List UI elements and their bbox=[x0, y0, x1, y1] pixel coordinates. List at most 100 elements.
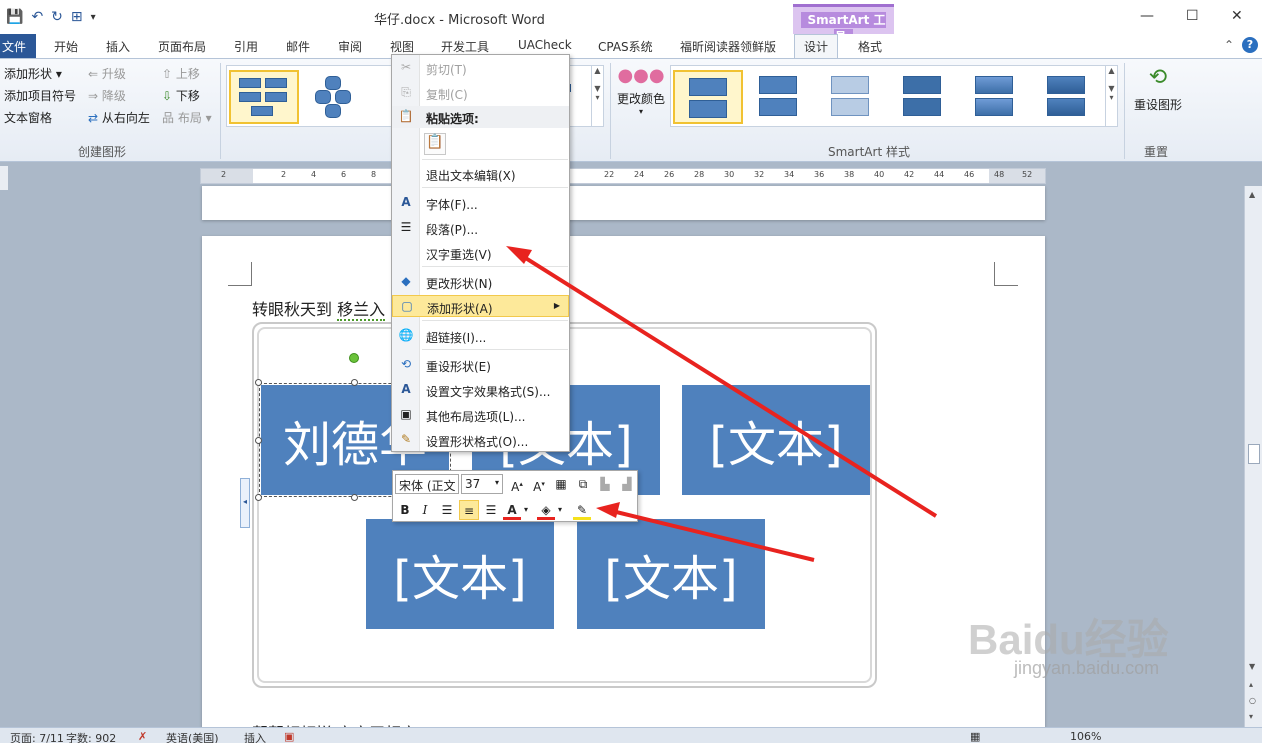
smartart-shape-3[interactable]: [文本] bbox=[682, 385, 870, 495]
menu-item-reset-shape[interactable]: ⟲ 重设形状(E) bbox=[392, 354, 569, 376]
tab-references[interactable]: 引用 bbox=[234, 38, 258, 55]
layout-button[interactable]: 品 布局 ▾ bbox=[162, 109, 212, 126]
fill-icon[interactable]: ▦ bbox=[551, 474, 571, 494]
smartart-shape-4[interactable]: [文本] bbox=[366, 519, 554, 629]
italic-button[interactable]: I bbox=[415, 500, 435, 520]
smartart-icon[interactable]: ⊞ bbox=[71, 9, 83, 25]
customize-qat-icon[interactable]: ▾ bbox=[91, 12, 96, 23]
add-bullet-button[interactable]: 添加项目符号 bbox=[4, 87, 76, 104]
tab-developer[interactable]: 开发工具 bbox=[441, 38, 489, 55]
collapse-ribbon-icon[interactable]: ⌃ bbox=[1224, 38, 1234, 52]
layout-thumb-hexagon[interactable] bbox=[307, 70, 377, 124]
font-color-dropdown-icon[interactable]: ▾ bbox=[521, 500, 531, 520]
body-paragraph[interactable]: 转眼秋天到 移兰入 bbox=[252, 296, 386, 321]
resize-handle[interactable] bbox=[255, 494, 262, 501]
status-page[interactable]: 页面: 7/11 bbox=[10, 730, 64, 743]
print-layout-icon[interactable]: ▦ bbox=[970, 730, 980, 743]
change-colors-button[interactable]: ●●● 更改颜色 ▾ bbox=[616, 65, 666, 116]
resize-handle[interactable] bbox=[255, 437, 262, 444]
undo-icon[interactable]: ↶ bbox=[31, 9, 43, 25]
font-color-button[interactable]: A bbox=[503, 500, 521, 520]
vertical-scrollbar[interactable]: ▲ ▼ ▴ ○ ▾ bbox=[1244, 186, 1262, 727]
style-thumb-bevel[interactable] bbox=[1033, 70, 1103, 124]
smartart-shape-5[interactable]: [文本] bbox=[577, 519, 765, 629]
tab-review[interactable]: 审阅 bbox=[338, 38, 362, 55]
tab-mailings[interactable]: 邮件 bbox=[286, 38, 310, 55]
tab-file[interactable]: 文件 bbox=[0, 34, 36, 58]
menu-item-font[interactable]: A 字体(F)... bbox=[392, 192, 569, 214]
menu-item-shape-format[interactable]: ✎ 设置形状格式(O)... bbox=[392, 429, 569, 451]
promote-button[interactable]: ⇐ 升级 bbox=[88, 65, 126, 82]
format-painter-icon[interactable]: ⧉ bbox=[573, 474, 593, 494]
status-words[interactable]: 字数: 902 bbox=[66, 730, 116, 743]
layout-thumb-selected[interactable] bbox=[229, 70, 299, 124]
align-right-icon[interactable]: ☰ bbox=[481, 500, 501, 520]
font-name-select[interactable]: 宋体 (正文 bbox=[395, 474, 459, 494]
grow-font-icon[interactable]: A▴ bbox=[507, 474, 527, 494]
layouts-scroll[interactable]: ▲ ▼ ▾ bbox=[591, 66, 603, 126]
bold-button[interactable]: B bbox=[395, 500, 415, 520]
menu-item-exit-text-edit[interactable]: 退出文本编辑(X) bbox=[392, 163, 569, 185]
macro-record-icon[interactable]: ▣ bbox=[284, 730, 294, 743]
tab-home[interactable]: 开始 bbox=[54, 38, 78, 55]
proofing-icon[interactable]: ✗ bbox=[138, 730, 147, 743]
bring-forward-icon[interactable]: ▙ bbox=[595, 474, 615, 494]
menu-item-copy[interactable]: ⎘ 复制(C) bbox=[392, 82, 569, 104]
text-pane-toggle[interactable]: ◂ bbox=[240, 478, 250, 528]
resize-handle[interactable] bbox=[255, 379, 262, 386]
scroll-down-icon[interactable]: ▼ bbox=[1249, 662, 1255, 671]
shape-fill-icon[interactable]: ◈ bbox=[537, 500, 555, 520]
browse-object-icon[interactable]: ○ bbox=[1249, 696, 1256, 705]
tab-uacheck[interactable]: UACheck bbox=[518, 38, 572, 52]
move-up-button[interactable]: ⇧ 上移 bbox=[162, 65, 200, 82]
font-size-select[interactable]: 37 ▾ bbox=[461, 474, 503, 494]
style-thumb-gradient[interactable] bbox=[961, 70, 1031, 124]
status-language[interactable]: 英语(美国) bbox=[166, 730, 219, 743]
tab-format[interactable]: 格式 bbox=[858, 38, 882, 55]
previous-page-icon[interactable]: ▴ bbox=[1249, 680, 1253, 689]
style-thumb-outline[interactable] bbox=[745, 70, 815, 124]
tab-insert[interactable]: 插入 bbox=[106, 38, 130, 55]
tab-foxit[interactable]: 福昕阅读器领鲜版 bbox=[680, 38, 776, 55]
tab-page-layout[interactable]: 页面布局 bbox=[158, 38, 206, 55]
add-shape-button[interactable]: 添加形状 ▾ bbox=[4, 65, 62, 82]
resize-handle[interactable] bbox=[351, 379, 358, 386]
align-center-icon[interactable]: ≡ bbox=[459, 500, 479, 520]
move-down-button[interactable]: ⇩ 下移 bbox=[162, 87, 200, 104]
style-thumb-shadow[interactable] bbox=[889, 70, 959, 124]
status-zoom[interactable]: 106% bbox=[1070, 730, 1101, 743]
save-icon[interactable]: 💾 bbox=[6, 9, 23, 25]
shape-fill-dropdown-icon[interactable]: ▾ bbox=[555, 500, 565, 520]
ruler-corner[interactable] bbox=[0, 166, 8, 190]
close-button[interactable]: ✕ bbox=[1231, 8, 1243, 24]
tab-cpas[interactable]: CPAS系统 bbox=[598, 38, 653, 55]
paste-keep-text-icon[interactable]: 📋 bbox=[424, 133, 446, 155]
menu-item-paragraph[interactable]: ☰ 段落(P)... bbox=[392, 217, 569, 239]
menu-item-add-shape[interactable]: ▢ 添加形状(A) ▶ bbox=[392, 295, 569, 317]
menu-item-hyperlink[interactable]: 🌐 超链接(I)... bbox=[392, 325, 569, 347]
shape-outline-icon[interactable]: ✎ bbox=[573, 500, 591, 520]
help-icon[interactable]: ? bbox=[1242, 37, 1258, 53]
horizontal-ruler[interactable]: 2 2 4 6 8 22 24 26 28 30 32 34 36 38 40 … bbox=[200, 168, 1046, 184]
scroll-thumb[interactable] bbox=[1248, 444, 1260, 464]
menu-item-layout-options[interactable]: ▣ 其他布局选项(L)... bbox=[392, 404, 569, 426]
style-thumb-selected[interactable] bbox=[673, 70, 743, 124]
demote-button[interactable]: ⇒ 降级 bbox=[88, 87, 126, 104]
redo-icon[interactable]: ↻ bbox=[51, 9, 63, 25]
styles-scroll[interactable]: ▲ ▼ ▾ bbox=[1105, 66, 1117, 126]
minimize-button[interactable]: — bbox=[1140, 8, 1154, 24]
text-pane-button[interactable]: 文本窗格 bbox=[4, 109, 52, 126]
right-to-left-button[interactable]: ⇄ 从右向左 bbox=[88, 109, 150, 126]
align-left-icon[interactable]: ☰ bbox=[437, 500, 457, 520]
tab-view[interactable]: 视图 bbox=[390, 38, 414, 55]
menu-item-reconvert[interactable]: 汉字重选(V) bbox=[392, 242, 569, 264]
resize-handle[interactable] bbox=[351, 494, 358, 501]
status-mode[interactable]: 插入 bbox=[244, 730, 266, 743]
send-backward-icon[interactable]: ▟ bbox=[617, 474, 637, 494]
maximize-button[interactable]: ☐ bbox=[1186, 8, 1199, 24]
menu-item-text-effects[interactable]: A 设置文字效果格式(S)... bbox=[392, 379, 569, 401]
menu-item-change-shape[interactable]: ◆ 更改形状(N) bbox=[392, 271, 569, 293]
next-page-icon[interactable]: ▾ bbox=[1249, 712, 1253, 721]
menu-item-cut[interactable]: ✂ 剪切(T) bbox=[392, 57, 569, 79]
scroll-up-icon[interactable]: ▲ bbox=[1249, 190, 1255, 199]
